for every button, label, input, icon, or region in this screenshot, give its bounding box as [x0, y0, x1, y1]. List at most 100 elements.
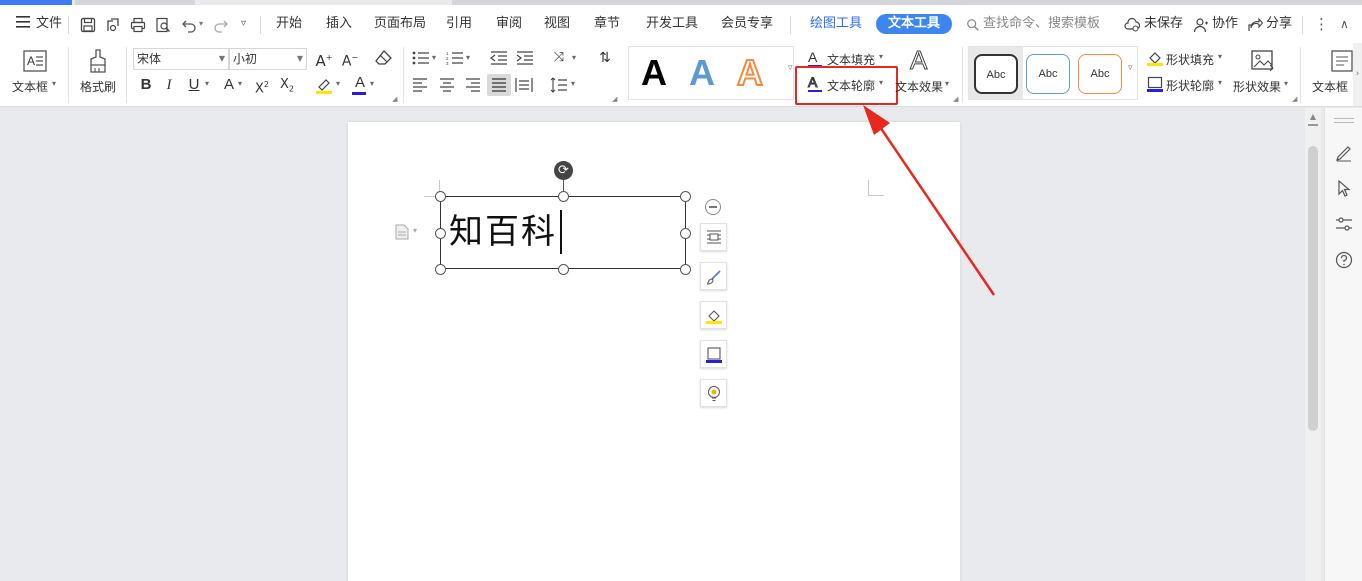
help-icon[interactable] [1334, 250, 1354, 270]
bold-button[interactable]: B [135, 74, 157, 96]
tab-references[interactable]: 引用 [446, 5, 472, 43]
numbered-list-icon[interactable]: 123 [446, 51, 464, 65]
strikethrough-button[interactable]: A [218, 74, 240, 96]
vertical-scrollbar[interactable]: ▲ [1305, 108, 1321, 581]
tab-developer-tools[interactable]: 开发工具 [646, 5, 698, 43]
tab-text-tools[interactable]: 文本工具 [876, 14, 953, 34]
wordart-style-black[interactable]: A [641, 49, 667, 97]
more-options-icon[interactable]: ⋮ [1314, 5, 1329, 43]
export-icon[interactable] [105, 17, 121, 33]
sort-icon[interactable]: ⇅ [594, 47, 616, 69]
format-painter-icon[interactable] [85, 48, 111, 74]
rotate-handle-icon[interactable]: ⟳ [554, 161, 573, 180]
layout-options-button[interactable] [700, 223, 727, 251]
text-fill-dropdown-icon[interactable]: ▾ [879, 52, 883, 61]
resize-handle-left[interactable] [435, 228, 446, 239]
resize-handle-top-left[interactable] [435, 191, 446, 202]
undo-icon[interactable] [181, 17, 197, 33]
collapse-toolbar-icon[interactable] [705, 199, 721, 215]
text-direction-icon[interactable]: ⤨ [548, 47, 570, 69]
resize-handle-right[interactable] [680, 228, 691, 239]
edit-pen-icon[interactable] [1334, 142, 1354, 162]
underline-dropdown-icon[interactable]: ▾ [205, 79, 209, 88]
share-button[interactable]: 分享 [1266, 5, 1292, 43]
unsaved-status[interactable]: 未保存 [1144, 5, 1183, 43]
line-spacing-icon[interactable] [550, 77, 568, 93]
format-painter-button[interactable]: 格式刷 [80, 78, 116, 95]
smart-tips-button[interactable] [700, 379, 727, 407]
tab-page-layout[interactable]: 页面布局 [374, 5, 426, 43]
shape-style-blue[interactable]: Abc [1026, 54, 1070, 94]
text-effect-dropdown-icon[interactable]: ▾ [945, 79, 949, 88]
font-size-select[interactable]: 小初 ▼ [229, 48, 307, 70]
underline-button[interactable]: U [183, 74, 205, 96]
shape-fill-button[interactable]: 形状填充 [1166, 51, 1214, 68]
resize-handle-top[interactable] [558, 191, 569, 202]
hamburger-menu-icon[interactable] [16, 5, 30, 43]
font-dialog-launcher-icon[interactable]: ◢ [392, 95, 397, 103]
shape-fill-floating-button[interactable] [700, 301, 727, 329]
save-icon[interactable] [80, 17, 96, 33]
tab-member[interactable]: 会员专享 [721, 5, 773, 43]
textbox-link-button[interactable]: 文本框 [1312, 78, 1352, 95]
textbox-icon[interactable]: A [22, 49, 48, 73]
highlight-icon[interactable] [315, 76, 333, 94]
increase-indent-icon[interactable] [516, 51, 534, 65]
style-brush-button[interactable] [700, 262, 727, 290]
resize-handle-bottom[interactable] [558, 264, 569, 275]
text-dialog-launcher-icon[interactable]: ◢ [953, 95, 958, 103]
font-color-icon[interactable]: A [349, 72, 371, 94]
shape-fill-dropdown-icon[interactable]: ▾ [1218, 52, 1222, 61]
shape-dialog-launcher-icon[interactable]: ◢ [1292, 95, 1297, 103]
shape-outline-dropdown-icon[interactable]: ▾ [1218, 78, 1222, 87]
redo-icon[interactable] [213, 17, 229, 33]
align-center-icon[interactable] [439, 78, 455, 92]
customize-toolbar-icon[interactable]: ▿ [241, 5, 246, 43]
wordart-style-orange-outline[interactable]: A [736, 49, 764, 97]
subscript-button[interactable]: X2 [276, 74, 298, 96]
resize-handle-bottom-left[interactable] [435, 264, 446, 275]
align-right-icon[interactable] [465, 78, 481, 92]
shape-outline-floating-button[interactable] [700, 340, 727, 368]
tab-chapter[interactable]: 章节 [594, 5, 620, 43]
print-preview-icon[interactable] [155, 17, 171, 33]
collaborate-button[interactable]: 协作 [1212, 5, 1238, 43]
align-left-icon[interactable] [412, 78, 428, 92]
scroll-up-icon[interactable]: ▲ [1308, 112, 1318, 122]
shape-effect-dropdown-icon[interactable]: ▾ [1284, 79, 1288, 88]
text-effect-button[interactable]: 文本效果 [895, 78, 943, 95]
shape-outline-button[interactable]: 形状轮廓 [1166, 77, 1214, 94]
tab-review[interactable]: 审阅 [496, 5, 522, 43]
font-name-select[interactable]: 宋体 ▼ [133, 48, 229, 70]
paragraph-layout-icon[interactable] [395, 224, 409, 240]
resize-handle-top-right[interactable] [680, 191, 691, 202]
italic-button[interactable]: I [158, 74, 180, 96]
numbering-dropdown-icon[interactable]: ▾ [466, 53, 470, 62]
shape-effect-button[interactable]: 形状效果 [1233, 78, 1281, 95]
command-search-input[interactable]: 查找命令、搜索模板 [983, 5, 1100, 43]
shape-gallery-expand-icon[interactable]: ▿ [1128, 63, 1133, 73]
clear-format-icon[interactable] [375, 50, 393, 66]
scrollbar-thumb[interactable] [1308, 146, 1318, 431]
decrease-font-size-icon[interactable]: A− [339, 47, 361, 70]
textbox-dropdown-icon[interactable]: ▾ [52, 79, 56, 88]
textbox-button[interactable]: 文本框 [12, 78, 48, 95]
undo-dropdown-icon[interactable]: ▾ [199, 5, 203, 43]
superscript-button[interactable]: X2 [251, 74, 273, 96]
tab-home[interactable]: 开始 [276, 5, 302, 43]
wordart-gallery-expand-icon[interactable]: ▿ [788, 63, 793, 73]
text-box-content[interactable]: 知百科 [449, 208, 557, 256]
resize-handle-bottom-right[interactable] [680, 264, 691, 275]
tab-view[interactable]: 视图 [544, 5, 570, 43]
strikethrough-dropdown-icon[interactable]: ▾ [238, 79, 242, 88]
shape-style-black[interactable]: Abc [974, 54, 1018, 94]
tab-drawing-tools[interactable]: 绘图工具 [810, 5, 862, 43]
menu-file[interactable]: 文件 [36, 5, 62, 43]
align-justify-button[interactable] [487, 74, 511, 96]
collapse-ribbon-icon[interactable]: ∧ [1340, 5, 1349, 43]
shape-style-orange[interactable]: Abc [1078, 54, 1122, 94]
ribbon-scroll-right-icon[interactable]: › [1353, 43, 1362, 106]
paragraph-dialog-launcher-icon[interactable]: ◢ [612, 95, 617, 103]
text-direction-dropdown-icon[interactable]: ▾ [572, 53, 576, 62]
properties-sliders-icon[interactable] [1334, 214, 1354, 234]
